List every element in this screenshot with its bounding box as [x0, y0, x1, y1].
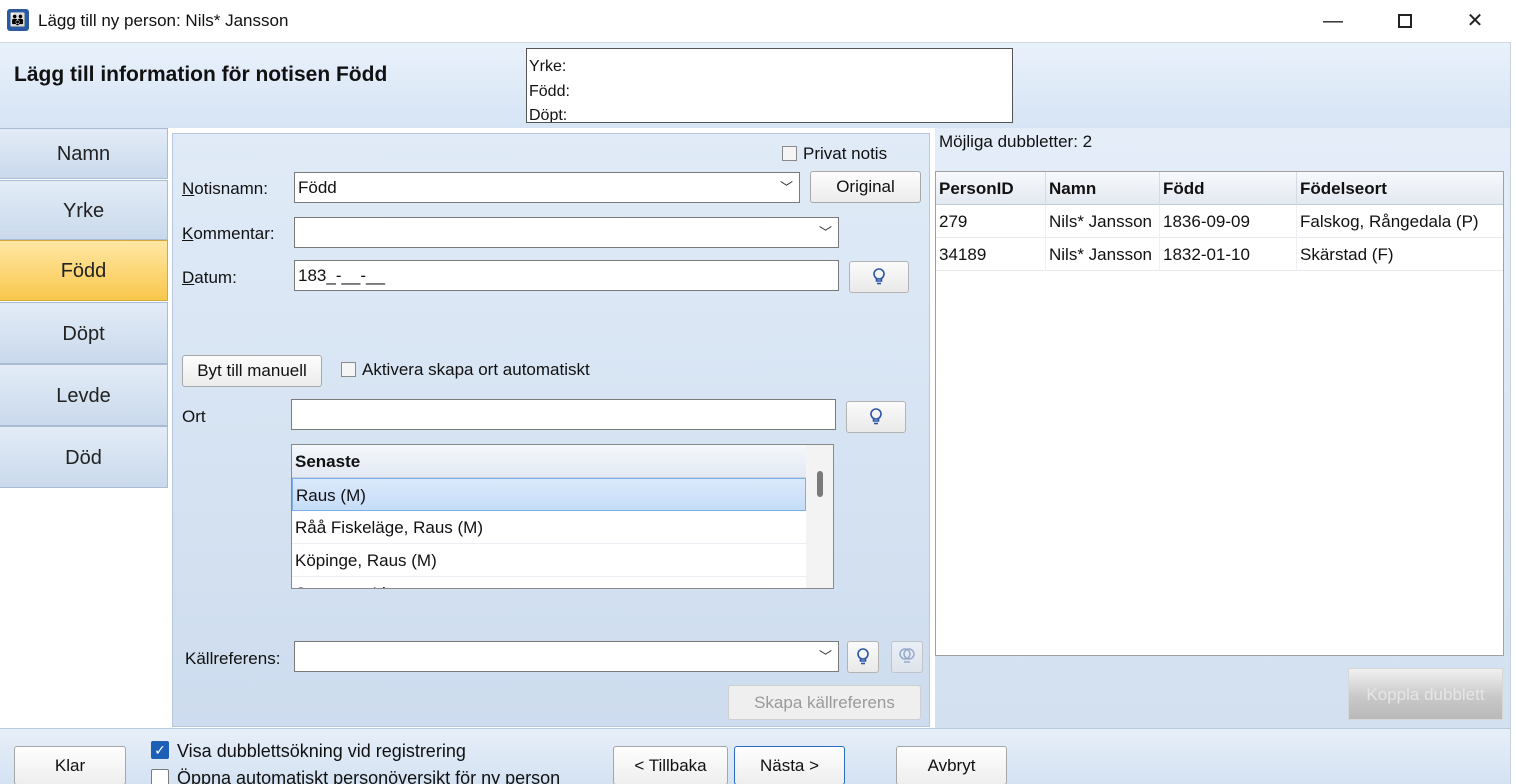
ort-label: Ort — [182, 407, 206, 426]
page-title: Lägg till information för notisen Född — [14, 63, 388, 86]
double-lightbulb-icon — [899, 648, 915, 663]
private-notice-checkbox[interactable] — [782, 146, 797, 161]
table-cell: 34189 — [936, 238, 1046, 271]
minimize-button[interactable]: — — [1310, 6, 1356, 36]
cancel-button[interactable]: Avbryt — [896, 746, 1007, 784]
table-cell: 1832-01-10 — [1160, 238, 1297, 271]
column-header[interactable]: PersonID — [936, 172, 1046, 205]
private-notice-label: Privat notis — [803, 144, 888, 163]
header: Lägg till information för notisen Född Y… — [0, 42, 1510, 128]
show-duplicates-checkbox[interactable]: ✓ — [151, 741, 169, 759]
kallref-label: Källreferens: — [185, 649, 281, 668]
title-bar: 👪 Lägg till ny person: Nils* Jansson — ✕ — [0, 0, 1516, 42]
kommentar-combo[interactable]: ﹀ — [294, 217, 839, 248]
notisnamn-combo[interactable]: Född ﹀ — [294, 172, 800, 203]
notice-preview: Yrke: Född: Döpt: — [526, 48, 1013, 123]
table-cell: Nils* Jansson — [1046, 205, 1160, 238]
auto-place-label: Aktivera skapa ort automatiskt — [362, 360, 590, 379]
nav-item-dod[interactable]: Död — [0, 426, 168, 488]
ort-suggest-button[interactable] — [846, 401, 906, 433]
nav-item-fodd[interactable]: Född — [0, 240, 168, 301]
duplicates-panel: Möjliga dubbletter: 2 PersonID Namn Född… — [935, 128, 1510, 728]
original-button[interactable]: Original — [810, 171, 921, 203]
chevron-down-icon: ﹀ — [818, 649, 832, 664]
table-cell: Skärstad (F) — [1300, 245, 1394, 264]
create-source-button[interactable]: Skapa källreferens — [728, 685, 921, 720]
chevron-down-icon: ﹀ — [818, 225, 832, 240]
maximize-button[interactable] — [1382, 6, 1428, 36]
list-item[interactable]: Köpinge, Raus (M) — [292, 544, 806, 577]
notisnamn-label: Notisnamn: — [182, 179, 268, 198]
done-button[interactable]: Klar — [14, 746, 126, 784]
column-header[interactable]: Namn — [1046, 172, 1160, 205]
list-scrollbar[interactable] — [806, 445, 833, 588]
recent-places-header: Senaste — [292, 445, 806, 478]
close-button[interactable]: ✕ — [1452, 6, 1498, 36]
table-cell: Nils* Jansson — [1046, 238, 1160, 271]
kallref-multi-suggest-button[interactable] — [891, 641, 923, 673]
column-header[interactable]: Född — [1160, 172, 1297, 205]
duplicates-title: Möjliga dubbletter: 2 — [939, 132, 1093, 151]
show-duplicates-label: Visa dubblettsökning vid registrering — [177, 741, 466, 761]
table-cell: 279 — [936, 205, 1046, 238]
lightbulb-icon — [873, 268, 885, 285]
kommentar-label: Kommentar: — [182, 224, 275, 243]
preview-line: Född: — [529, 82, 570, 100]
open-overview-checkbox[interactable] — [151, 769, 169, 784]
window-title: Lägg till ny person: Nils* Jansson — [38, 11, 289, 30]
nav-item-levde[interactable]: Levde — [0, 364, 168, 426]
datum-suggest-button[interactable] — [849, 261, 909, 293]
lightbulb-icon — [870, 408, 882, 425]
maximize-icon — [1398, 14, 1412, 28]
table-row[interactable]: 279 Nils* Jansson 1836-09-09 Falskog, Rå… — [936, 205, 1503, 238]
scrollbar-thumb[interactable] — [817, 471, 823, 497]
footer-bar: Klar ✓ Visa dubblettsökning vid registre… — [0, 728, 1510, 784]
datum-input[interactable]: 183_-__-__ — [294, 260, 839, 291]
window-edge — [1510, 42, 1516, 784]
notisnamn-value: Född — [298, 178, 337, 197]
duplicates-table: PersonID Namn Född Födelseort 279 Nils* … — [935, 171, 1504, 656]
list-item[interactable]: Stampen, Ljung — [292, 577, 806, 588]
back-button[interactable]: < Tillbaka — [613, 746, 728, 784]
chevron-down-icon: ﹀ — [779, 180, 793, 195]
open-overview-label: Öppna automatiskt personöversikt för ny … — [177, 768, 561, 784]
switch-manual-button[interactable]: Byt till manuell — [182, 355, 322, 387]
list-item[interactable]: Raus (M) — [292, 478, 806, 511]
ort-input[interactable] — [291, 399, 836, 430]
column-header[interactable]: Födelseort — [1297, 172, 1503, 205]
recent-places-list[interactable]: Senaste Raus (M) Råå Fiskeläge, Raus (M)… — [291, 444, 834, 589]
link-duplicate-button[interactable]: Koppla dubblett — [1348, 668, 1503, 720]
notice-nav: Namn Yrke Född Döpt Levde Död — [0, 128, 170, 728]
table-row[interactable]: 34189 Nils* Jansson 1832-01-10 Skärstad … — [936, 238, 1503, 271]
app-icon: 👪 — [7, 9, 29, 31]
table-header: PersonID Namn Född Födelseort — [936, 172, 1503, 205]
nav-item-dopt[interactable]: Döpt — [0, 302, 168, 364]
kallref-combo[interactable]: ﹀ — [294, 641, 839, 672]
preview-line: Döpt: — [529, 107, 568, 123]
list-item[interactable]: Råå Fiskeläge, Raus (M) — [292, 511, 806, 544]
nav-item-yrke[interactable]: Yrke — [0, 180, 168, 240]
notice-form: Privat notis Notisnamn: Född ﹀ Original … — [172, 133, 930, 727]
auto-place-checkbox[interactable] — [341, 362, 356, 377]
table-cell: 1836-09-09 — [1160, 205, 1297, 238]
kallref-suggest-button[interactable] — [847, 641, 879, 673]
lightbulb-icon — [857, 648, 869, 665]
preview-line: Yrke: — [529, 58, 567, 75]
next-button[interactable]: Nästa > — [734, 746, 845, 784]
nav-item-namn[interactable]: Namn — [0, 128, 168, 179]
datum-label: Datum: — [182, 268, 237, 287]
table-cell: Falskog, Rångedala (P) — [1300, 212, 1479, 231]
